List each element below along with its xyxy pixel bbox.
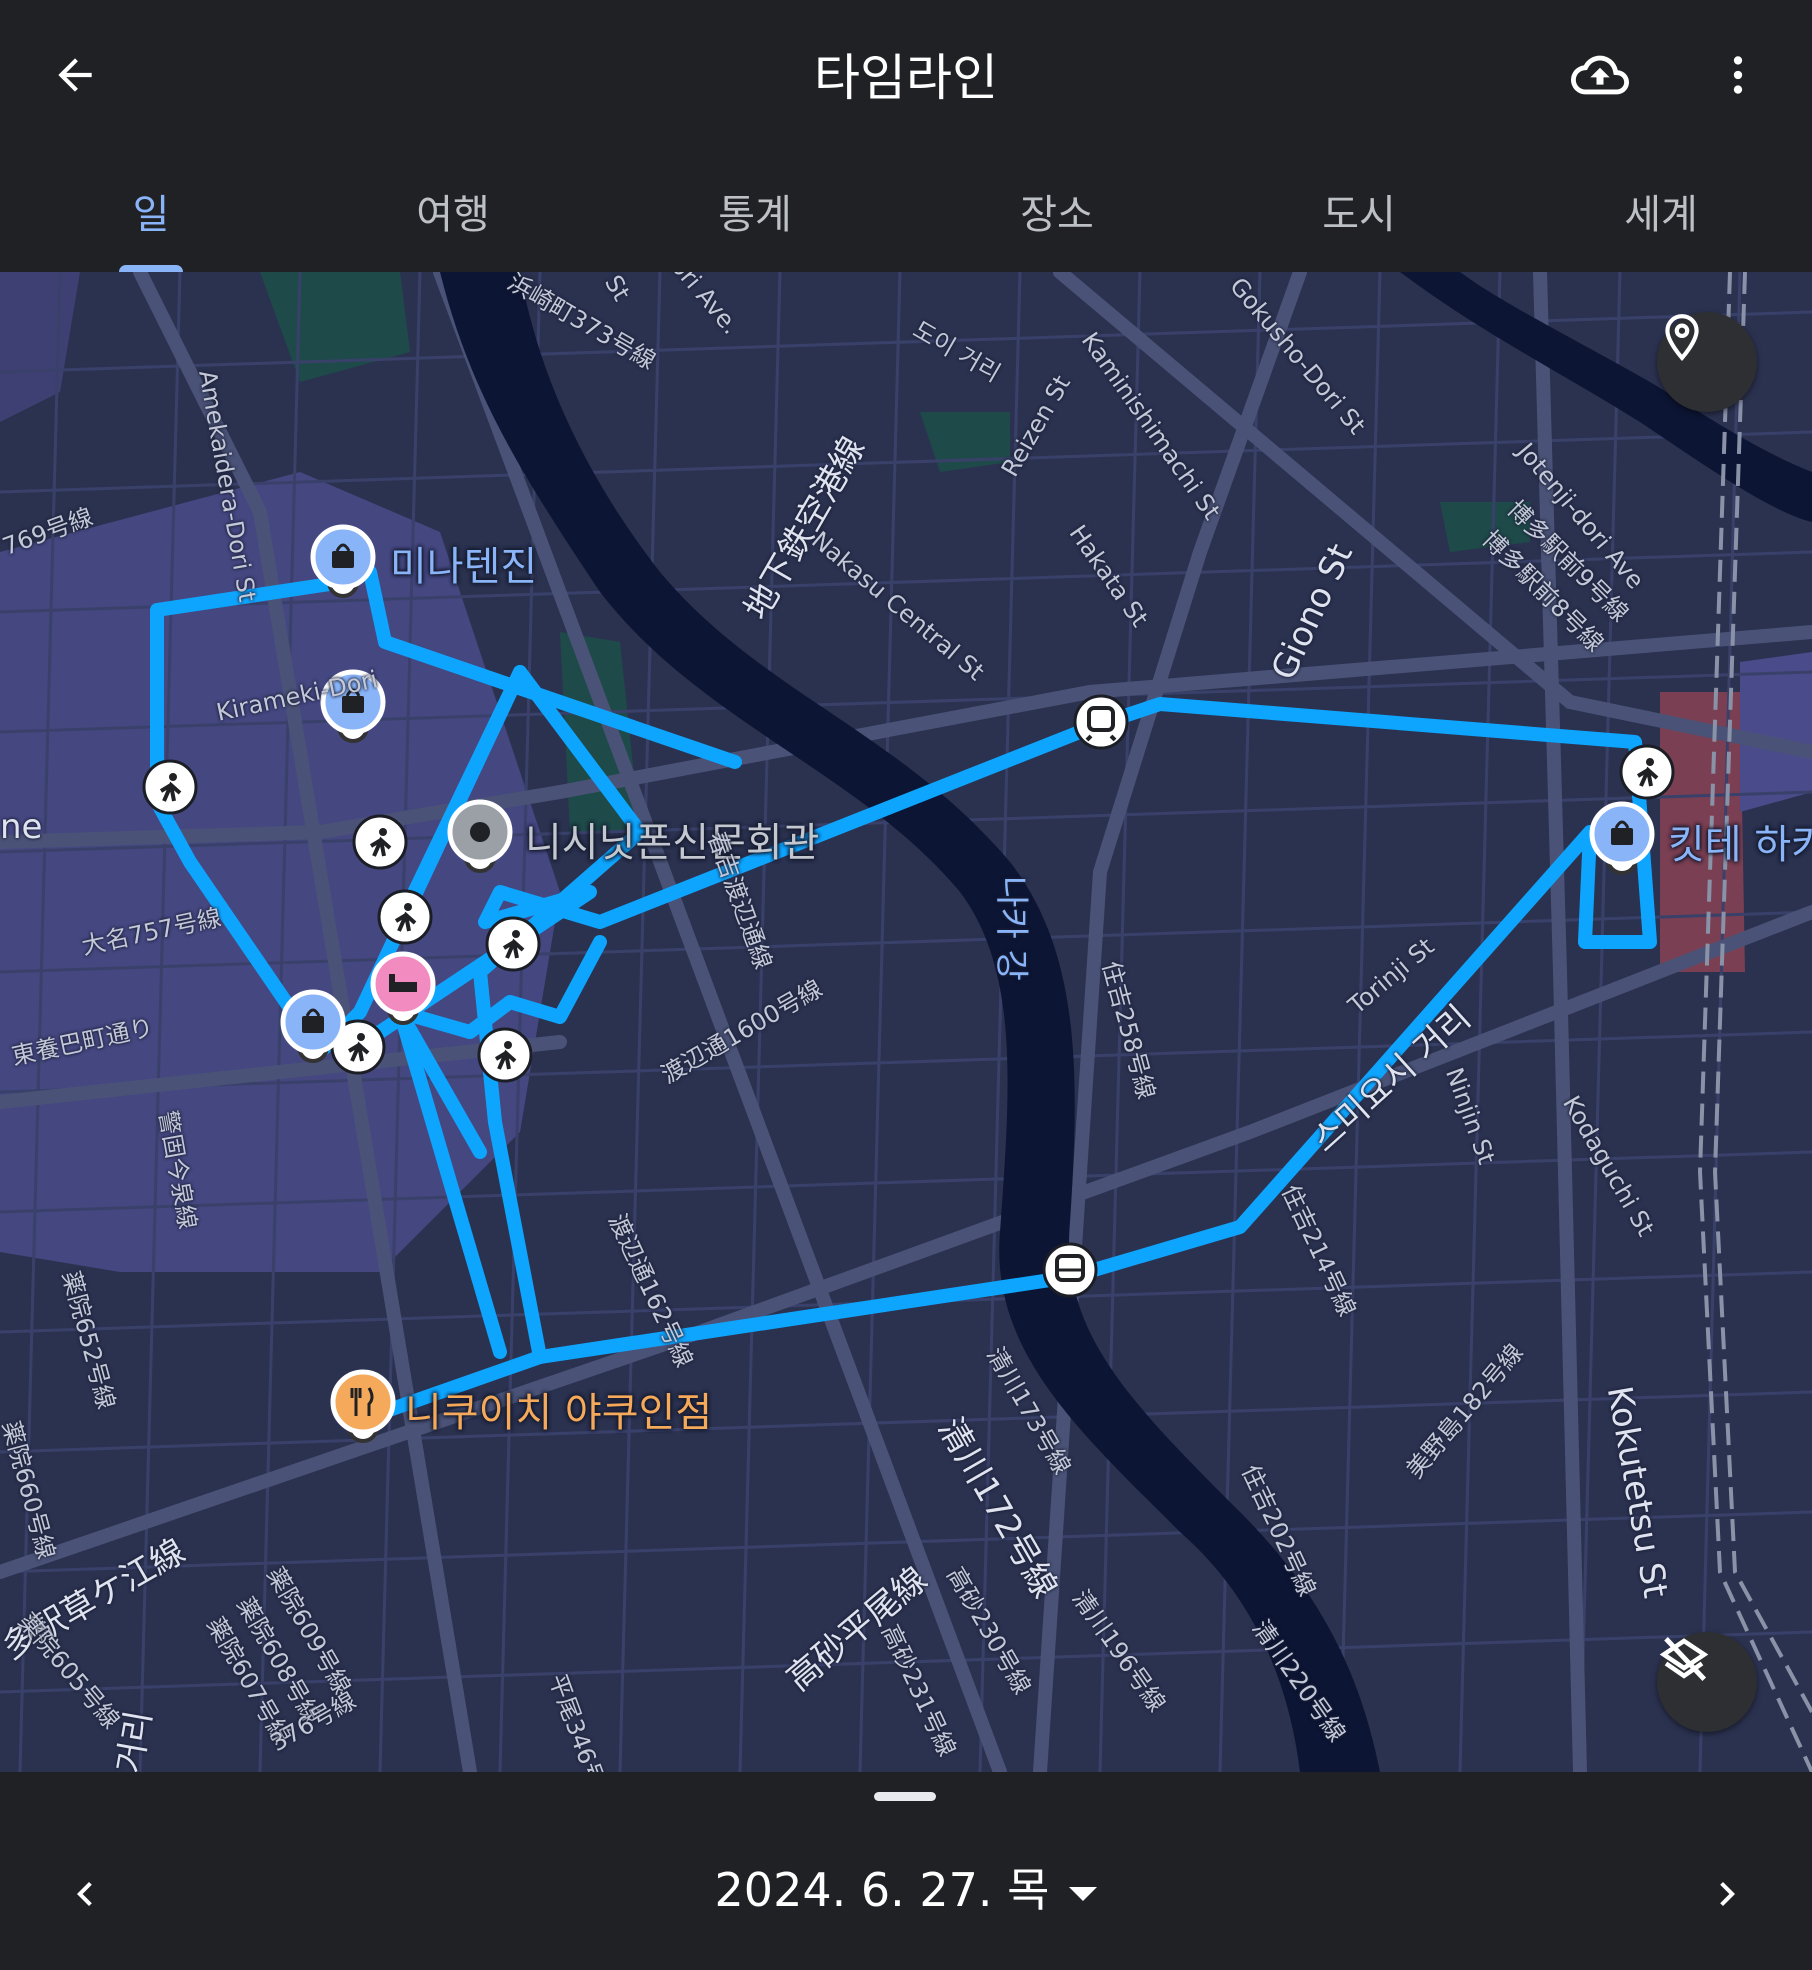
place-label-kitte[interactable]: 킷테 하카 — [1668, 812, 1812, 870]
place-label-nishinippon[interactable]: 니시닛폰신문회관 — [525, 810, 819, 868]
more-options-button[interactable] — [1703, 40, 1773, 110]
river-label: 나카 강 — [990, 876, 1031, 981]
tab-label: 세계 — [1624, 192, 1698, 238]
more-vert-icon — [1733, 56, 1743, 94]
tab-bar: 일 여행 통계 장소 도시 세계 — [0, 150, 1812, 272]
tab-cities[interactable]: 도시 — [1208, 150, 1510, 272]
date-selector[interactable]: 2024. 6. 27. 목 — [0, 1854, 1812, 1920]
location-button[interactable] — [1657, 312, 1757, 412]
date-label: 2024. 6. 27. 목 — [714, 1863, 1050, 1917]
bottom-sheet[interactable]: 2024. 6. 27. 목 — [0, 1772, 1812, 1970]
location-pin-icon — [1665, 314, 1699, 361]
map-canvas — [0, 272, 1812, 1772]
layers-toggle-button[interactable] — [1657, 1632, 1757, 1732]
tab-world[interactable]: 세계 — [1510, 150, 1812, 272]
map-view[interactable]: 미나텐진 니시닛폰신문회관 킷테 하카 니쿠이치 야쿠인점 나카 강 Ameka… — [0, 272, 1812, 1772]
street-label: 거리 — [109, 1707, 160, 1772]
tab-label: 일 — [132, 192, 170, 238]
tab-label: 통계 — [718, 192, 792, 238]
cloud-upload-icon — [1571, 55, 1629, 95]
place-label-minatenjin[interactable]: 미나텐진 — [390, 534, 537, 592]
arrow-drop-down-icon — [1069, 1886, 1098, 1901]
active-tab-indicator — [119, 265, 183, 272]
street-label: ne — [0, 807, 43, 847]
page-title: 타임라인 — [814, 49, 998, 107]
chevron-right-icon — [1720, 1882, 1735, 1906]
tab-trips[interactable]: 여행 — [302, 150, 604, 272]
place-label-nikuichi[interactable]: 니쿠이치 야쿠인점 — [405, 1380, 712, 1438]
sheet-drag-handle[interactable] — [874, 1792, 936, 1801]
tab-label: 도시 — [1322, 192, 1396, 238]
layers-off-icon — [1659, 1637, 1709, 1681]
tab-insights[interactable]: 통계 — [604, 150, 906, 272]
app-bar: 타임라인 — [0, 0, 1812, 150]
tab-places[interactable]: 장소 — [906, 150, 1208, 272]
tab-label: 여행 — [416, 192, 490, 238]
tab-day[interactable]: 일 — [0, 150, 302, 272]
tab-label: 장소 — [1020, 192, 1094, 238]
next-day-button[interactable] — [1697, 1864, 1757, 1924]
cloud-upload-button[interactable] — [1565, 40, 1635, 110]
